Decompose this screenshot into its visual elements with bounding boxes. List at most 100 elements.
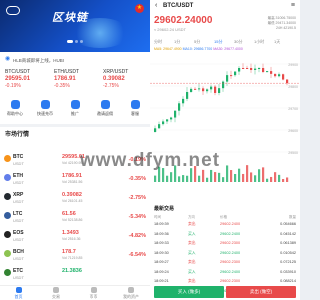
ticker-stats: 最高 31006.75000 最低 29471.34000 24H 42190.… (268, 16, 296, 31)
sell-button[interactable]: 卖出 (做空) (226, 286, 296, 298)
trade-time: 18:09:24 (154, 269, 169, 274)
logo-icon (6, 6, 20, 15)
cn-flag-icon[interactable]: ★ (135, 4, 144, 13)
candle (230, 75, 233, 77)
candle (250, 68, 253, 70)
row-symbol: XRP (13, 192, 24, 198)
trade-time: 18:09:27 (154, 260, 169, 264)
trade-row: 18:09:33 卖出 29602.2300 0.061389 (150, 241, 300, 248)
volume-bar (250, 172, 253, 182)
market-row[interactable]: ETC USDT 21.3836 (0, 266, 150, 285)
trade-qty: 0.061389 (280, 241, 296, 245)
market-row[interactable]: LTC USDT 61.56 Vol 52138.86 -5.34% (0, 209, 150, 228)
candle (194, 88, 197, 90)
row-volume: Vol 42190.95 (62, 161, 83, 165)
trades-header: 时间 方向 价格 数量 (150, 215, 300, 221)
trade-row: 18:09:36 买入 29602.2400 0.045142 (150, 232, 300, 239)
trade-qty: 0.033910 (280, 269, 296, 274)
volume-bar (246, 165, 249, 182)
volume-bar (214, 172, 217, 182)
candle (258, 68, 261, 69)
menu-icon[interactable]: ≡ (291, 2, 295, 9)
row-quote: USDT (13, 256, 24, 261)
back-icon[interactable]: ‹ (155, 2, 157, 9)
quote-summary: BTC/USDT 29595.01 -0.19% ETH/USDT 1786.91 -0.… (0, 69, 150, 93)
quote-price: 0.39082 (103, 76, 125, 82)
quote-item[interactable]: BTC/USDT 29595.01 -0.19% (5, 69, 55, 89)
buy-button[interactable]: 买入 (做多) (154, 286, 224, 298)
volume-bar (174, 165, 177, 182)
action-bar: 买入 (做多) 卖出 (做空) (150, 284, 300, 300)
last-price: 29602.24000 (154, 15, 213, 26)
market-title: 市场行情 (5, 132, 30, 138)
help-icon (10, 100, 20, 109)
market-row[interactable]: XRP USDT 0.39082 Vol 26101.45 -2.75% (0, 190, 150, 209)
row-price: 29595.01 (62, 154, 85, 160)
assets-icon (128, 287, 134, 293)
quote-pair: XRP/USDT (103, 69, 129, 75)
quote-item[interactable]: XRP/USDT 0.39082 -2.75% (103, 69, 150, 89)
tab-label: 币币 (89, 294, 98, 299)
hero-banner[interactable]: ★ 区块链 (0, 0, 150, 52)
row-price: 21.3836 (62, 268, 82, 274)
row-volume: Vol 52138.86 (62, 218, 83, 222)
tab-trade[interactable]: 交易 (38, 287, 75, 300)
period-tab[interactable]: 30分 (234, 39, 242, 45)
trade-side: 卖出 (188, 222, 196, 226)
volume-bar (266, 178, 269, 182)
tab-home[interactable]: 首页 (0, 287, 37, 300)
row-symbol: BCH (13, 249, 24, 255)
shortcut-invite[interactable]: 邀请返佣 (90, 100, 120, 117)
shortcut-promote[interactable]: 推广 (60, 100, 90, 117)
shortcut-service[interactable]: 客服 (120, 100, 150, 117)
row-volume: Vol 25381.56 (62, 180, 83, 184)
shortcut-deposit[interactable]: 快速充币 (30, 100, 60, 117)
trade-row: 18:09:24 买入 29602.2400 0.033910 (150, 270, 300, 277)
tab-label: 我的资产 (123, 294, 139, 299)
period-tab[interactable]: 分时 (154, 39, 162, 45)
period-tab[interactable]: 1天 (274, 39, 280, 45)
market-row[interactable]: EOS USDT 1.3493 Vol 2516.36 -4.82% (0, 228, 150, 247)
candle (190, 88, 193, 92)
invite-icon (100, 100, 110, 109)
ma-legend: MA5: 29647.4900 MA10: 29656.7700 MA30: 2… (154, 47, 243, 51)
shortcut-label: 快速充币 (37, 111, 53, 116)
trade-time: 18:09:39 (154, 222, 169, 226)
stat-vol: 24H 42190.5 (275, 26, 296, 30)
market-row[interactable]: ETH USDT 1786.91 Vol 25381.56 -0.35% (0, 171, 150, 190)
ma30: MA30: 29677.4000 (213, 47, 243, 51)
volume-bar (170, 172, 173, 182)
row-change: -0.19% (128, 157, 146, 163)
volume-bar (154, 175, 157, 182)
row-symbol: EOS (13, 230, 24, 236)
period-tab[interactable]: 1分 (174, 39, 180, 45)
row-quote: USDT (13, 218, 24, 223)
period-tab[interactable]: 5分 (194, 39, 200, 45)
volume-bar (190, 168, 193, 182)
period-tab[interactable]: 15分 (214, 39, 222, 45)
shortcut-help[interactable]: 帮助中心 (0, 100, 30, 117)
candle (182, 98, 185, 104)
quote-item[interactable]: ETH/USDT 1786.91 -0.35% (54, 69, 104, 89)
tab-assets[interactable]: 我的资产 (113, 287, 150, 300)
promote-icon (70, 100, 80, 109)
price-sub: ≈ 29602.24 USDT (154, 27, 186, 32)
tab-coin[interactable]: 币币 (75, 287, 112, 300)
candle (218, 88, 221, 93)
kline-chart[interactable]: 29900 29800 29700 29600 29500 (150, 54, 300, 184)
volume-bar (222, 177, 225, 182)
shortcut-label: 帮助中心 (7, 111, 23, 116)
coin-icon (4, 269, 11, 276)
banner-pager (0, 30, 150, 48)
candle (206, 89, 209, 92)
row-symbol: ETC (13, 268, 23, 274)
candle (198, 88, 201, 90)
period-tab[interactable]: 1小时 (254, 39, 264, 45)
row-volume: Vol 26101.45 (62, 199, 83, 203)
announcement-bar[interactable]: ◉ HLB商城即将上线，HUBI (0, 54, 150, 66)
market-row[interactable]: BCH USDT 178.7 Vol 71219.85 -6.54% (0, 247, 150, 266)
market-row[interactable]: BTC USDT 29595.01 Vol 42190.95 -0.19% (0, 152, 150, 171)
trade-qty: 0.072125 (280, 260, 296, 264)
row-symbol: ETH (13, 173, 23, 179)
candle (186, 91, 189, 99)
